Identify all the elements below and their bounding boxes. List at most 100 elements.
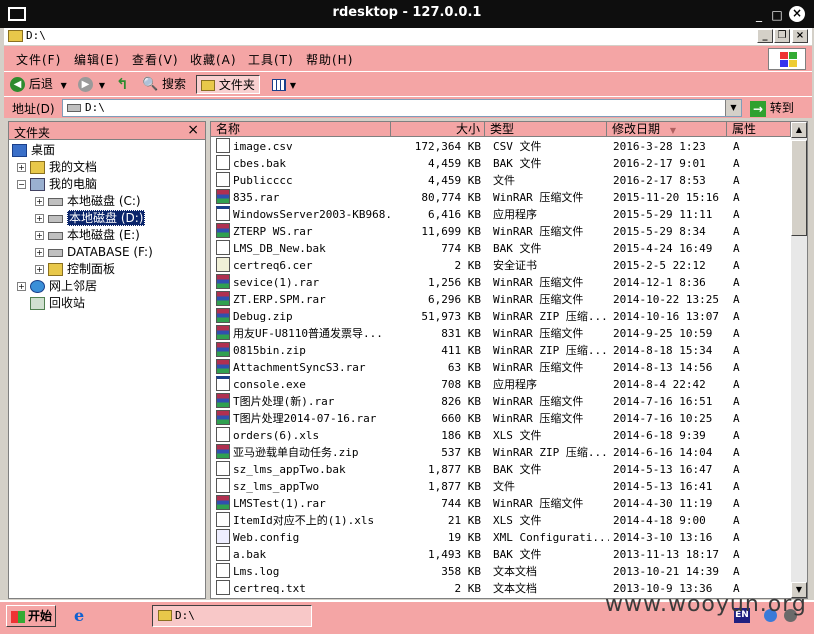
tree-item-recycle-bin[interactable]: 回收站 xyxy=(30,295,85,312)
doc-file-icon xyxy=(216,427,230,442)
file-row[interactable]: AttachmentSyncS3.rar 63 KB WinRAR 压缩文件 2014… xyxy=(211,359,791,376)
date-header-label: 修改日期 xyxy=(612,122,661,136)
tree-item-my-documents[interactable]: + 我的文档 xyxy=(17,159,97,176)
file-row[interactable]: Web.config 19 KB XML Configurati... 2014-3-… xyxy=(211,529,791,546)
file-size: 537 KB xyxy=(441,446,481,459)
explorer-close-icon[interactable]: × xyxy=(792,29,808,43)
file-row[interactable]: LMS_DB_New.bak 774 KB BAK 文件 2015-4-24 16:4… xyxy=(211,240,791,257)
file-row[interactable]: console.exe 708 KB 应用程序 2014-8-4 22:42 A xyxy=(211,376,791,393)
file-row[interactable]: 0815bin.zip 411 KB WinRAR ZIP 压缩... 2014-8-… xyxy=(211,342,791,359)
doc-file-icon xyxy=(216,461,230,476)
file-row[interactable]: image.csv 172,364 KB CSV 文件 2016-3-28 1:23 A xyxy=(211,138,791,155)
menu-tools[interactable]: 工具(T) xyxy=(248,51,294,68)
file-row[interactable]: T图片处理(新).rar 826 KB WinRAR 压缩文件 2014-7-16 1… xyxy=(211,393,791,410)
explorer-minimize-icon[interactable]: _ xyxy=(757,29,773,43)
file-row[interactable]: 用友UF-U8110普通发票导... 831 KB WinRAR 压缩文件 2014-… xyxy=(211,325,791,342)
expand-icon[interactable]: + xyxy=(17,282,26,291)
tree-item-drive-d[interactable]: + 本地磁盘 (D:) xyxy=(35,210,146,227)
forward-button[interactable]: ▶ ▼ xyxy=(78,75,105,94)
folders-pane-close-icon[interactable]: × xyxy=(187,122,199,138)
expand-icon[interactable]: + xyxy=(35,248,44,257)
menu-view[interactable]: 查看(V) xyxy=(132,51,179,68)
maximize-icon[interactable]: □ xyxy=(770,8,784,22)
file-name: sevice(1).rar xyxy=(233,276,320,289)
tree-item-network[interactable]: + 网上邻居 xyxy=(17,278,97,295)
scroll-up-icon[interactable]: ▲ xyxy=(791,122,807,138)
file-row[interactable]: LMSTest(1).rar 744 KB WinRAR 压缩文件 2014-4-30… xyxy=(211,495,791,512)
file-row[interactable]: T图片处理2014-07-16.rar 660 KB WinRAR 压缩文件 2014… xyxy=(211,410,791,427)
file-row[interactable]: Publicccc 4,459 KB 文件 2016-2-17 8:53 A xyxy=(211,172,791,189)
tree-item-desktop[interactable]: 桌面 xyxy=(12,142,55,159)
menu-edit[interactable]: 编辑(E) xyxy=(74,51,120,68)
address-input[interactable]: D:\ ▼ xyxy=(62,99,742,117)
column-header-attr[interactable]: 属性 xyxy=(727,122,791,137)
file-row[interactable]: certreq6.cer 2 KB 安全证书 2015-2-5 22:12 A xyxy=(211,257,791,274)
file-row[interactable]: ZTERP WS.rar 11,699 KB WinRAR 压缩文件 2015-5-2… xyxy=(211,223,791,240)
back-button[interactable]: ◀ 后退 ▼ xyxy=(10,75,67,94)
goto-button[interactable]: → 转到 xyxy=(750,98,794,118)
rdesktop-titlebar[interactable]: rdesktop - 127.0.0.1 _ □ × xyxy=(0,0,814,28)
search-button[interactable]: 🔍 搜索 xyxy=(142,75,186,94)
scroll-thumb[interactable] xyxy=(791,140,807,236)
file-name: orders(6).xls xyxy=(233,429,320,442)
file-size: 358 KB xyxy=(441,565,481,578)
file-date: 2014-5-13 16:41 xyxy=(613,480,713,493)
explorer-titlebar[interactable]: D:\ _ ❐ × xyxy=(4,28,812,45)
ie-icon[interactable]: e xyxy=(74,608,90,624)
column-header-name[interactable]: 名称 xyxy=(211,122,391,137)
tree-item-my-computer[interactable]: − 我的电脑 xyxy=(17,176,97,193)
file-row[interactable]: orders(6).xls 186 KB XLS 文件 2014-6-18 9:39 A xyxy=(211,427,791,444)
expand-icon[interactable]: + xyxy=(17,163,26,172)
up-folder-icon[interactable]: ↰ xyxy=(116,75,134,94)
file-row[interactable]: cbes.bak 4,459 KB BAK 文件 2016-2-17 9:01 A xyxy=(211,155,791,172)
expand-icon[interactable]: + xyxy=(35,265,44,274)
file-row[interactable]: a.bak 1,493 KB BAK 文件 2013-11-13 18:17 A xyxy=(211,546,791,563)
menu-file[interactable]: 文件(F) xyxy=(16,51,61,68)
expand-icon[interactable]: + xyxy=(35,231,44,240)
file-row[interactable]: Lms.log 358 KB 文本文档 2013-10-21 14:39 A xyxy=(211,563,791,580)
file-date: 2016-2-17 9:01 xyxy=(613,157,706,170)
minimize-icon[interactable]: _ xyxy=(752,8,766,22)
collapse-icon[interactable]: − xyxy=(17,180,26,189)
file-row[interactable]: WindowsServer2003-KB968... 6,416 KB 应用程序 20… xyxy=(211,206,791,223)
file-attr: A xyxy=(733,412,740,425)
column-header-size[interactable]: 大小 xyxy=(391,122,485,137)
menu-favorites[interactable]: 收藏(A) xyxy=(190,51,237,68)
close-icon[interactable]: × xyxy=(789,6,805,22)
address-dropdown-icon[interactable]: ▼ xyxy=(725,100,741,116)
file-row[interactable]: ItemId对应不上的(1).xls 21 KB XLS 文件 2014-4-18 9… xyxy=(211,512,791,529)
views-button[interactable]: ▼ xyxy=(272,75,296,94)
menu-help[interactable]: 帮助(H) xyxy=(306,51,353,68)
file-row[interactable]: ZT.ERP.SPM.rar 6,296 KB WinRAR 压缩文件 2014-10… xyxy=(211,291,791,308)
file-name: T图片处理(新).rar xyxy=(233,395,335,408)
file-row[interactable]: Debug.zip 51,973 KB WinRAR ZIP 压缩... 2014-1… xyxy=(211,308,791,325)
file-row[interactable]: sz_lms_appTwo.bak 1,877 KB BAK 文件 2014-5-13… xyxy=(211,461,791,478)
file-size: 1,877 KB xyxy=(428,463,481,476)
file-size: 1,877 KB xyxy=(428,480,481,493)
file-row[interactable]: 亚马逊载单自动任务.zip 537 KB WinRAR ZIP 压缩... 2014-… xyxy=(211,444,791,461)
back-dropdown-icon[interactable]: ▼ xyxy=(61,81,67,90)
drive-icon xyxy=(48,248,63,257)
vertical-scrollbar[interactable]: ▲ ▼ xyxy=(791,122,807,598)
forward-dropdown-icon[interactable]: ▼ xyxy=(99,81,105,90)
column-header-date[interactable]: 修改日期 ▼ xyxy=(607,122,727,137)
tree-item-drive-c[interactable]: + 本地磁盘 (C:) xyxy=(35,193,141,210)
tree-label: 本地磁盘 (E:) xyxy=(67,228,140,242)
file-size: 826 KB xyxy=(441,395,481,408)
start-button[interactable]: 开始 xyxy=(6,605,56,627)
window-title: rdesktop - 127.0.0.1 xyxy=(332,5,482,20)
tree-item-drive-f[interactable]: + DATABASE (F:) xyxy=(35,244,153,261)
taskbar-item-explorer[interactable]: D:\ xyxy=(152,605,312,627)
file-row[interactable]: 835.rar 80,774 KB WinRAR 压缩文件 2015-11-20 15… xyxy=(211,189,791,206)
column-header-type[interactable]: 类型 xyxy=(485,122,607,137)
folders-button[interactable]: 文件夹 xyxy=(196,75,260,94)
explorer-restore-icon[interactable]: ❐ xyxy=(774,29,790,43)
tree-item-control-panel[interactable]: + 控制面板 xyxy=(35,261,115,278)
file-type: WinRAR 压缩文件 xyxy=(493,361,584,374)
tree-item-drive-e[interactable]: + 本地磁盘 (E:) xyxy=(35,227,140,244)
expand-icon[interactable]: + xyxy=(35,214,44,223)
file-row[interactable]: sz_lms_appTwo 1,877 KB 文件 2014-5-13 16:41 A xyxy=(211,478,791,495)
drive-icon xyxy=(48,197,63,206)
file-row[interactable]: sevice(1).rar 1,256 KB WinRAR 压缩文件 2014-12-… xyxy=(211,274,791,291)
expand-icon[interactable]: + xyxy=(35,197,44,206)
